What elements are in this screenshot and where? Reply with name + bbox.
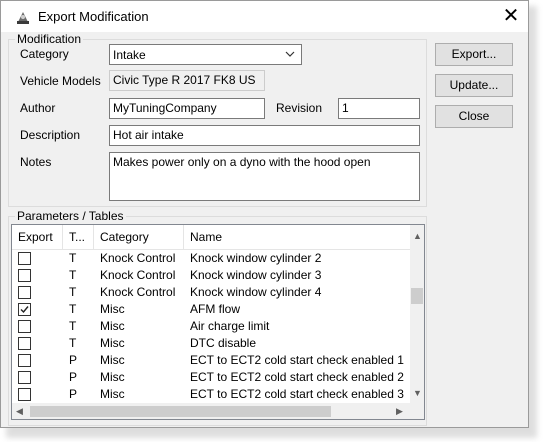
category-cell: Knock Control [100,251,176,265]
table-header: Export T... Category Name [12,225,410,250]
name-cell: Air charge limit [190,319,270,333]
scroll-right-icon[interactable]: ▶ [396,406,403,417]
author-field[interactable]: MyTuningCompany [109,98,265,119]
export-checkbox[interactable] [18,286,31,299]
modification-legend: Modification [15,32,84,46]
category-cell: Misc [100,319,125,333]
category-value: Intake [113,48,146,62]
notes-label: Notes [20,155,52,169]
category-label: Category [20,47,69,61]
revision-field[interactable]: 1 [338,98,420,119]
type-cell: T [69,268,77,282]
name-cell: Knock window cylinder 3 [190,268,322,282]
table-row[interactable]: T Knock Control Knock window cylinder 4 [12,284,410,301]
table-row[interactable]: T Misc DTC disable [12,335,410,352]
column-category[interactable]: Category [94,225,184,249]
table-row[interactable]: P Misc ECT to ECT2 cold start check enable… [12,386,410,403]
name-cell: Knock window cylinder 4 [190,285,322,299]
column-export[interactable]: Export [12,225,63,249]
window-title: Export Modification [38,9,149,24]
category-cell: Misc [100,370,125,384]
export-checkbox[interactable] [18,388,31,401]
column-name[interactable]: Name [184,225,410,249]
scroll-left-icon[interactable]: ◀ [16,406,23,417]
table-row[interactable]: T Knock Control Knock window cylinder 3 [12,267,410,284]
export-checkbox[interactable] [18,371,31,384]
category-cell: Misc [100,387,125,401]
type-cell: T [69,319,77,333]
scroll-up-icon[interactable]: ▲ [413,231,422,241]
export-cell [12,335,63,352]
export-cell [12,267,63,284]
table-row[interactable]: P Misc ECT to ECT2 cold start check enable… [12,352,410,369]
name-cell: Knock window cylinder 2 [190,251,322,265]
scroll-down-icon[interactable]: ▼ [413,388,422,398]
name-cell: ECT to ECT2 cold start check enabled 3 [190,387,404,401]
name-cell: ECT to ECT2 cold start check enabled 2 [190,370,404,384]
column-type[interactable]: T... [63,225,94,249]
category-cell: Knock Control [100,285,176,299]
vertical-scroll-thumb[interactable] [411,288,423,304]
author-label: Author [20,101,56,115]
notes-field[interactable]: Makes power only on a dyno with the hood… [109,152,420,201]
type-cell: T [69,251,77,265]
type-cell: P [69,353,78,367]
type-cell: T [69,336,77,350]
export-cell [12,369,63,386]
title-bar: Export Modification ✕ [1,1,528,32]
parameters-table: Export T... Category Name T Knock Control… [11,224,425,420]
horizontal-scroll-thumb[interactable] [30,406,331,417]
vehicle-models-label: Vehicle Models [20,74,101,88]
checkmark-icon [20,306,29,314]
vehicle-models-field: Civic Type R 2017 FK8 US [109,70,265,91]
export-checkbox[interactable] [18,269,31,282]
export-checkbox[interactable] [18,303,31,316]
export-checkbox[interactable] [18,337,31,350]
close-button[interactable]: Close [435,105,513,128]
type-cell: T [69,302,77,316]
revision-label: Revision [276,101,323,115]
export-cell [12,284,63,301]
scroll-corner [410,403,424,419]
chevron-down-icon [285,51,295,57]
export-cell [12,250,63,267]
description-field[interactable]: Hot air intake [109,125,420,146]
category-cell: Misc [100,353,125,367]
export-cell [12,352,63,369]
table-row[interactable]: T Knock Control Knock window cylinder 2 [12,250,410,267]
type-cell: P [69,370,78,384]
export-modification-dialog: Export Modification ✕ Modification Categ… [0,0,529,428]
export-checkbox[interactable] [18,320,31,333]
category-cell: Misc [100,302,125,316]
table-row[interactable]: T Misc Air charge limit [12,318,410,335]
name-cell: AFM flow [190,302,241,316]
export-button[interactable]: Export... [435,43,513,66]
name-cell: ECT to ECT2 cold start check enabled 1 [190,353,404,367]
type-cell: T [69,285,77,299]
close-icon[interactable]: ✕ [499,4,523,28]
export-cell [12,386,63,403]
horizontal-scrollbar[interactable]: ◀ ▶ [12,403,410,419]
category-cell: Knock Control [100,268,176,282]
parameters-legend: Parameters / Tables [15,209,126,223]
vertical-scrollbar[interactable]: ▲ ▼ [410,225,424,403]
category-select[interactable]: Intake [109,44,302,65]
export-checkbox[interactable] [18,354,31,367]
table-row[interactable]: T Misc AFM flow [12,301,410,318]
update-button[interactable]: Update... [435,74,513,97]
type-cell: P [69,387,78,401]
table-row[interactable]: P Misc ECT to ECT2 cold start check enable… [12,369,410,386]
export-cell [12,318,63,335]
description-label: Description [20,128,81,142]
app-icon [17,12,29,24]
name-cell: DTC disable [190,336,257,350]
export-checkbox[interactable] [18,252,31,265]
category-cell: Misc [100,336,125,350]
export-cell [12,301,63,318]
